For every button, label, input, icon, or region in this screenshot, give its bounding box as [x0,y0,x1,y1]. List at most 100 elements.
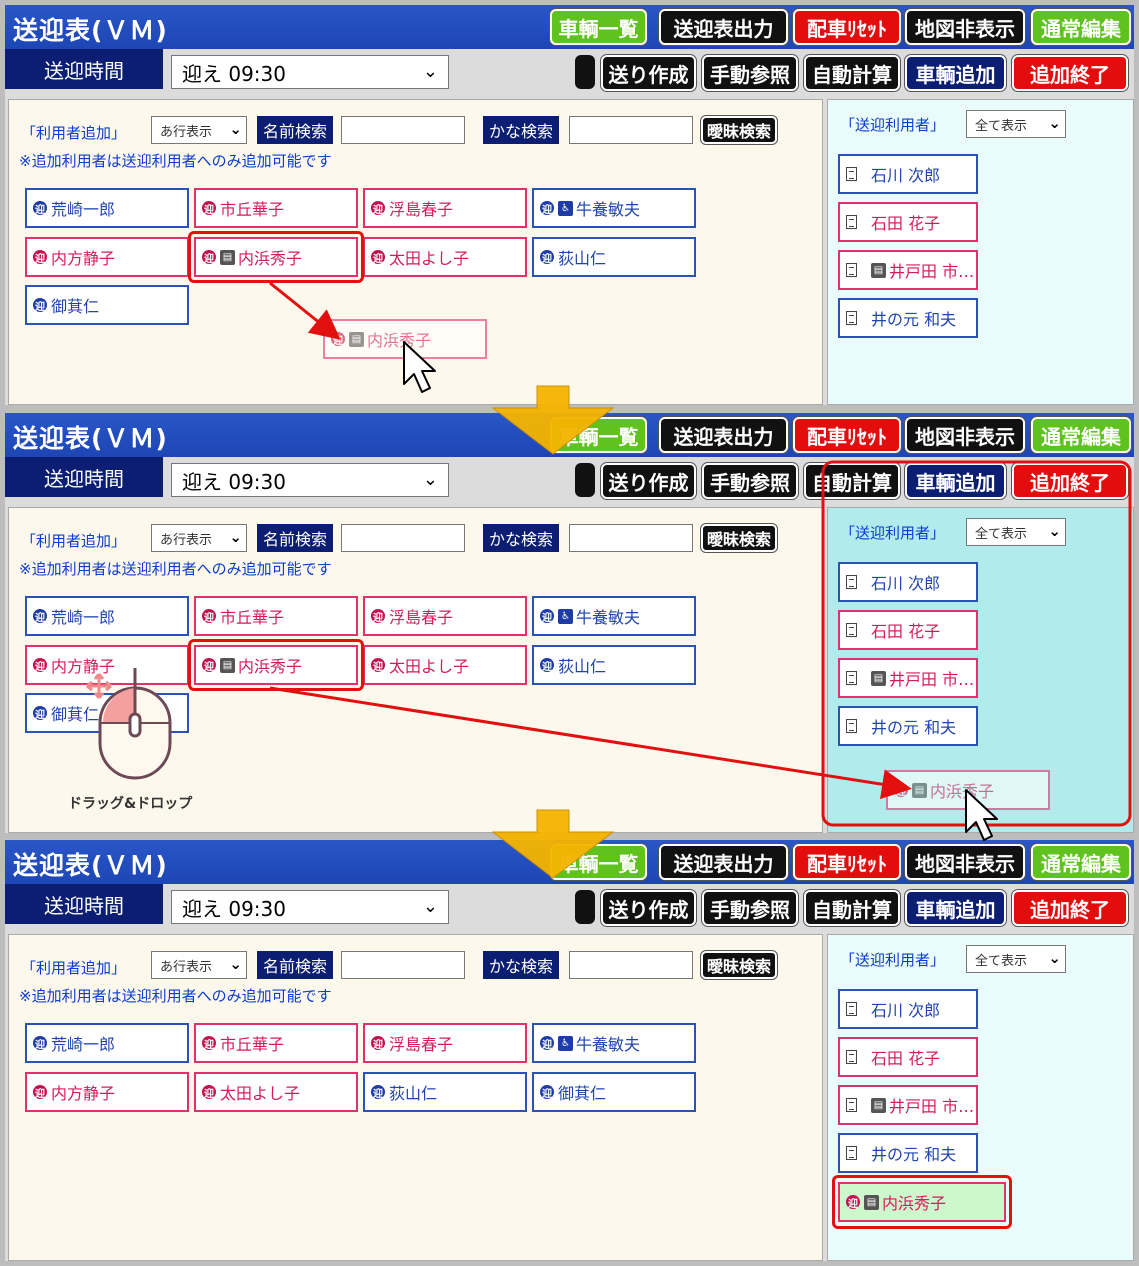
pickup-user-card[interactable]: 井の元 和夫 [838,706,978,746]
fuzzy-search-button[interactable]: 曖昧検索 [701,116,777,144]
kana-row-select[interactable]: あ行表示 ⌄ [151,524,247,552]
normal-edit-button[interactable]: 通常編集 [1031,417,1131,453]
dropping-card-ghost[interactable]: 迎 ▤ 内浜秀子 [886,770,1050,810]
user-card-arasaki[interactable]: 迎荒崎一郎 [25,596,189,636]
pickup-time-select[interactable]: 迎え 09:30 ⌄ [171,55,449,89]
dispatch-reset-button[interactable]: 配車ﾘｾｯﾄ [793,844,901,880]
send-create-button[interactable]: 送り作成 [601,890,696,926]
user-card-ogiyama[interactable]: 迎荻山仁 [532,645,696,685]
document-icon [846,215,857,229]
vehicle-list-button[interactable]: 車輌一覧 [550,844,647,880]
user-card-uchikata[interactable]: 迎内方静子 [25,1072,189,1112]
dragging-card-ghost[interactable]: 迎 ▤ 内浜秀子 [323,319,487,359]
finish-add-button[interactable]: 追加終了 [1012,55,1128,91]
user-card-ogiyama[interactable]: 迎荻山仁 [363,1072,527,1112]
pickup-user-card[interactable]: 石川 次郎 [838,989,978,1029]
user-card-uchikata[interactable]: 迎内方静子 [25,645,189,685]
kana-search-input[interactable] [569,116,693,144]
output-button[interactable]: 送迎表出力 [659,417,788,453]
pickup-user-card[interactable]: 石川 次郎 [838,562,978,602]
user-card-arasaki[interactable]: 迎荒崎一郎 [25,1023,189,1063]
add-vehicle-button[interactable]: 車輌追加 [905,55,1006,91]
vehicle-list-button[interactable]: 車輌一覧 [550,9,647,45]
fuzzy-search-button[interactable]: 曖昧検索 [701,951,777,979]
kana-row-select[interactable]: あ行表示 ⌄ [151,951,247,979]
user-card-mikuri[interactable]: 迎御萁仁 [532,1072,696,1112]
send-create-button[interactable]: 送り作成 [601,463,696,499]
pickup-user-card[interactable]: 石田 花子 [838,1037,978,1077]
show-all-select[interactable]: 全て表示 ⌄ [966,518,1066,546]
fuzzy-search-button[interactable]: 曖昧検索 [701,524,777,552]
finish-add-button[interactable]: 追加終了 [1012,890,1128,926]
add-vehicle-button[interactable]: 車輌追加 [905,463,1006,499]
user-card-ota[interactable]: 迎太田よし子 [194,1072,358,1112]
chevron-down-icon: ⌄ [229,120,242,138]
send-create-button[interactable]: 送り作成 [601,55,696,91]
name-search-input[interactable] [341,116,465,144]
add-vehicle-button[interactable]: 車輌追加 [905,890,1006,926]
user-card-ukishima[interactable]: 迎浮島春子 [363,1023,527,1063]
output-button[interactable]: 送迎表出力 [659,844,788,880]
user-card-ogiyama[interactable]: 迎荻山仁 [532,237,696,277]
pickup-user-card[interactable]: ▤ 井戸田 市… [838,658,978,698]
pickup-user-card[interactable]: 井の元 和夫 [838,298,978,338]
pickup-user-card[interactable]: ▤ 井戸田 市… [838,1085,978,1125]
kana-search-input[interactable] [569,951,693,979]
hide-map-button[interactable]: 地図非表示 [905,417,1025,453]
manual-reference-button[interactable]: 手動参照 [702,463,798,499]
user-card-ota[interactable]: 迎太田よし子 [363,645,527,685]
toolbar: 送迎時間 迎え 09:30 ⌄ 送り作成 手動参照 自動計算 車輌追加 追加終了 [5,884,1134,934]
pickup-badge-icon: 迎 [371,1085,385,1100]
pickup-badge-icon: 迎 [540,1036,554,1051]
manual-reference-button[interactable]: 手動参照 [702,55,798,91]
kana-search-input[interactable] [569,524,693,552]
user-card-uchikata[interactable]: 迎内方静子 [25,237,189,277]
chevron-down-icon: ⌄ [422,896,438,917]
pickup-user-card[interactable]: 石田 花子 [838,202,978,242]
user-card-ukishima[interactable]: 迎浮島春子 [363,596,527,636]
toolbar: 送迎時間 迎え 09:30 ⌄ 送り作成 手動参照 自動計算 車輌追加 追加終了 [5,457,1134,507]
pickup-user-name: 井の元 和夫 [871,1145,957,1164]
user-card-ichioka[interactable]: 迎市丘華子 [194,188,358,228]
hide-map-button[interactable]: 地図非表示 [905,9,1025,45]
show-all-select[interactable]: 全て表示 ⌄ [966,945,1066,973]
auto-calc-button[interactable]: 自動計算 [804,55,900,91]
normal-edit-button[interactable]: 通常編集 [1031,9,1131,45]
user-card-ichioka[interactable]: 迎市丘華子 [194,596,358,636]
show-all-select[interactable]: 全て表示 ⌄ [966,110,1066,138]
user-name: 浮島春子 [389,1035,454,1054]
user-card-arasaki[interactable]: 迎荒崎一郎 [25,188,189,228]
user-card-mikuri[interactable]: 迎御萁仁 [25,285,189,325]
pickup-user-card[interactable]: 井の元 和夫 [838,1133,978,1173]
auto-calc-button[interactable]: 自動計算 [804,890,900,926]
user-card-ukishima[interactable]: 迎浮島春子 [363,188,527,228]
manual-reference-button[interactable]: 手動参照 [702,890,798,926]
pickup-time-select[interactable]: 迎え 09:30 ⌄ [171,463,449,497]
dispatch-reset-button[interactable]: 配車ﾘｾｯﾄ [793,9,901,45]
user-name: 内方静子 [51,249,116,268]
pickup-user-card[interactable]: 石川 次郎 [838,154,978,194]
user-card-ushikai[interactable]: 迎 ♿ 牛養敏夫 [532,188,696,228]
name-search-input[interactable] [341,951,465,979]
user-name: 牛養敏夫 [576,608,641,627]
pickup-time-select[interactable]: 迎え 09:30 ⌄ [171,890,449,924]
pickup-user-card[interactable]: 石田 花子 [838,610,978,650]
user-card-ota[interactable]: 迎太田よし子 [363,237,527,277]
user-card-ichioka[interactable]: 迎市丘華子 [194,1023,358,1063]
user-name: 牛養敏夫 [576,200,641,219]
dispatch-reset-button[interactable]: 配車ﾘｾｯﾄ [793,417,901,453]
finish-add-button[interactable]: 追加終了 [1012,463,1128,499]
name-search-input[interactable] [341,524,465,552]
user-card-ushikai[interactable]: 迎 ♿ 牛養敏夫 [532,1023,696,1063]
kana-row-select[interactable]: あ行表示 ⌄ [151,116,247,144]
output-button[interactable]: 送迎表出力 [659,9,788,45]
auto-calc-button[interactable]: 自動計算 [804,463,900,499]
document-icon [846,1098,857,1112]
hide-map-button[interactable]: 地図非表示 [905,844,1025,880]
user-card-mikuri[interactable]: 迎御萁仁 [25,693,189,733]
pickup-user-card[interactable]: ▤ 井戸田 市… [838,250,978,290]
user-name: 太田よし子 [220,1084,301,1103]
user-card-ushikai[interactable]: 迎 ♿ 牛養敏夫 [532,596,696,636]
normal-edit-button[interactable]: 通常編集 [1031,844,1131,880]
vehicle-list-button[interactable]: 車輌一覧 [550,417,647,453]
